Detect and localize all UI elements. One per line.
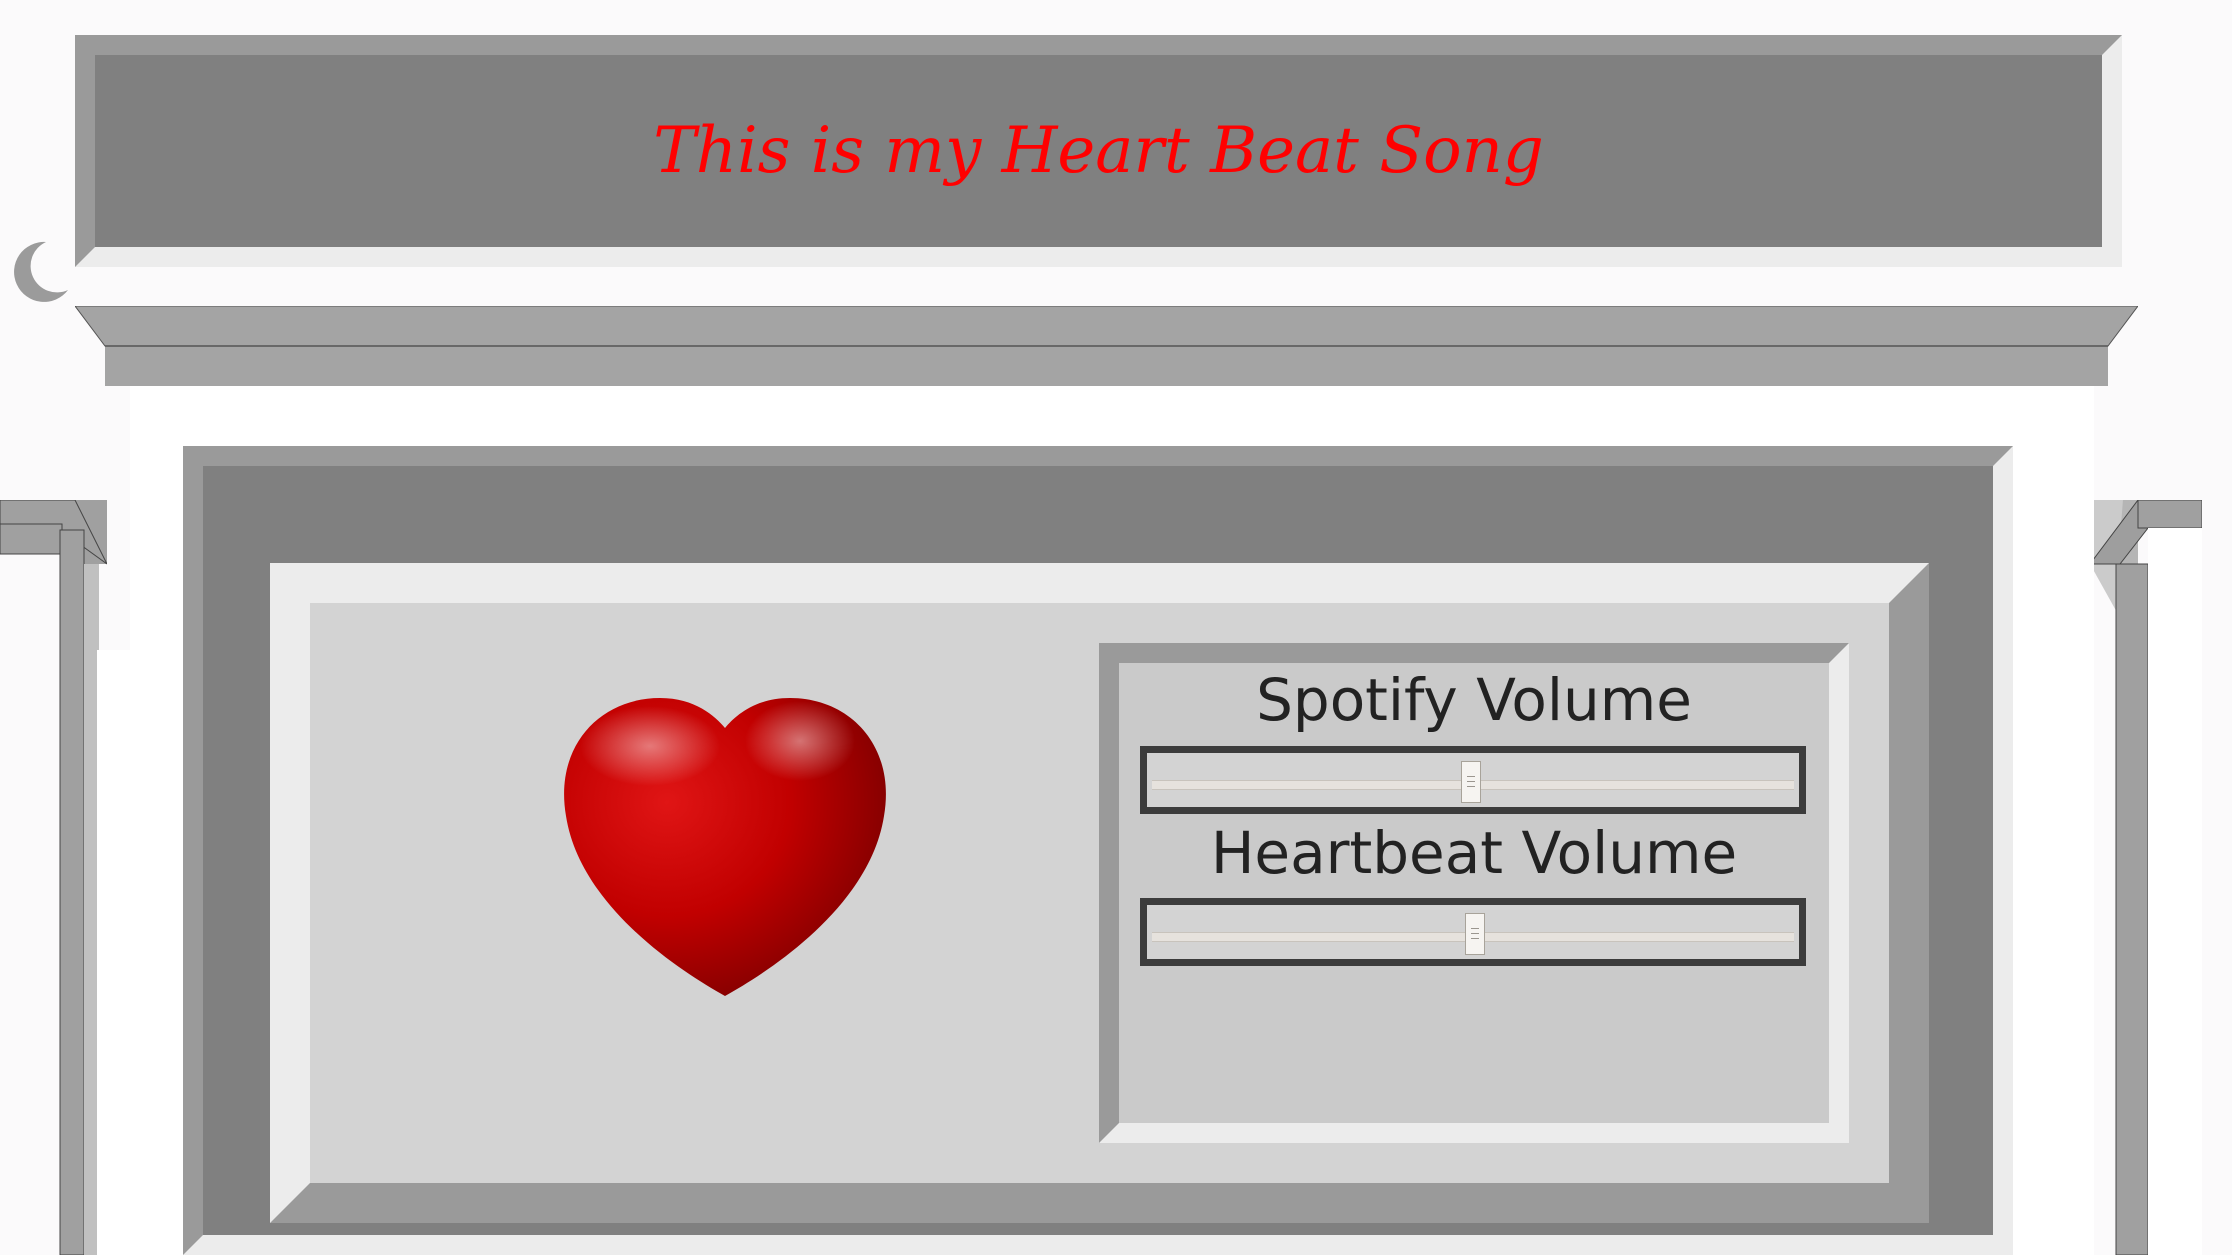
spotify-volume-slider[interactable] [1140,746,1806,814]
header-banner: This is my Heart Beat Song [75,35,2122,267]
heartbeat-volume-label: Heartbeat Volume [1210,819,1738,887]
page-title: This is my Heart Beat Song [653,114,1544,188]
frame-left-edge [97,650,131,1255]
frame-top-bevel [75,306,2138,386]
heart-icon[interactable] [560,696,890,1001]
spotify-volume-label: Spotify Volume [1256,666,1692,734]
slider-thumb[interactable] [1461,761,1481,803]
slider-thumb[interactable] [1465,913,1485,955]
heartbeat-volume-slider[interactable] [1140,898,1806,966]
frame-right-rail [2090,500,2202,1255]
crescent-moon-icon[interactable] [6,238,72,304]
frame-left-rail [0,500,107,1255]
